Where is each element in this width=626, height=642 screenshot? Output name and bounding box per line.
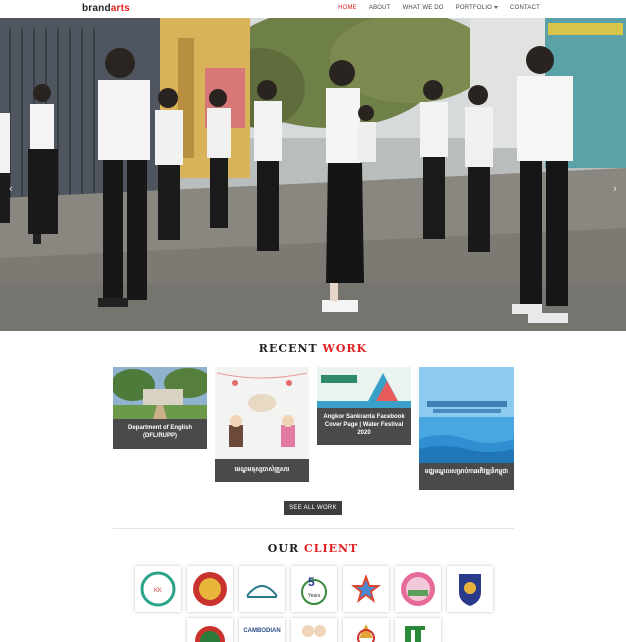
nav-portfolio-label: PORTFOLIO (455, 5, 493, 11)
client-logo[interactable] (395, 566, 441, 612)
client-logo[interactable]: KK (135, 566, 181, 612)
client-logo[interactable] (447, 566, 493, 612)
client-logo[interactable]: CAMBODIAN (239, 618, 285, 642)
work-card-caption: មេណ្ឌមនុស្សចាស់គ្រួសារ (234, 467, 290, 473)
svg-text:KK: KK (154, 588, 162, 594)
work-card-thumbnail (317, 367, 411, 408)
our-client-title: OUR CLIENT (0, 542, 626, 555)
recent-work-title-part2: WORK (322, 342, 368, 355)
nav-portfolio[interactable]: PORTFOLIO (455, 5, 499, 11)
our-client-title-part2: CLIENT (303, 542, 359, 555)
nav-about[interactable]: ABOUT (369, 5, 391, 11)
brand-logo[interactable]: brandarts (82, 3, 130, 14)
work-card[interactable]: Angkor Sankranta Facebook Cover Page | W… (317, 367, 411, 445)
work-card-thumbnail (419, 367, 514, 463)
hero-image (0, 18, 626, 331)
navbar: brandarts HOME ABOUT WHAT WE DO PORTFOLI… (0, 0, 626, 18)
our-client-title-part1: OUR (267, 542, 300, 555)
chevron-right-icon[interactable]: › (610, 182, 620, 196)
nav-contact[interactable]: CONTACT (510, 5, 540, 11)
five-years-label: Years (308, 593, 321, 599)
chevron-down-icon (494, 5, 499, 9)
section-divider (113, 528, 514, 529)
hero-slider: ‹ › (0, 18, 626, 331)
work-card-caption: មជ្ឈមណ្ឌលសម្រាប់ការអភិវឌ្ឍន៍កម្ពុជា (424, 469, 509, 475)
work-card[interactable]: មេណ្ឌមនុស្សចាស់គ្រួសារ (215, 367, 309, 482)
work-card-thumbnail (215, 367, 309, 459)
client-logo[interactable] (239, 566, 285, 612)
client-logo[interactable] (187, 566, 233, 612)
main-nav: HOME ABOUT WHAT WE DO PORTFOLIO CONTACT (338, 5, 540, 11)
client-logo[interactable] (291, 618, 337, 642)
recent-work-title-part1: RECENT (258, 342, 318, 355)
recent-work-title: RECENT WORK (0, 342, 626, 355)
work-card-caption: Department of English (DFL/RUPP) (127, 425, 192, 439)
client-logo[interactable] (395, 618, 441, 642)
chevron-left-icon[interactable]: ‹ (6, 182, 16, 196)
see-all-work-button[interactable]: SEE ALL WORK (284, 501, 342, 515)
client-logo[interactable] (343, 566, 389, 612)
nav-what-we-do[interactable]: WHAT WE DO (403, 5, 444, 11)
nav-home[interactable]: HOME (338, 5, 357, 11)
brand-logo-part1: brand (82, 3, 111, 14)
work-card-thumbnail (113, 367, 207, 419)
work-card[interactable]: Department of English (DFL/RUPP) (113, 367, 207, 449)
cambodian-logo-text: CAMBODIAN (243, 628, 280, 634)
five-years-number: 5 (308, 575, 315, 589)
brand-logo-part2: arts (110, 3, 130, 14)
client-logo[interactable]: 5 Years (291, 566, 337, 612)
client-logo[interactable] (187, 618, 233, 642)
work-card-caption: Angkor Sankranta Facebook Cover Page | W… (323, 414, 405, 436)
work-card[interactable]: មជ្ឈមណ្ឌលសម្រាប់ការអភិវឌ្ឍន៍កម្ពុជា (419, 367, 514, 490)
client-logo[interactable] (343, 618, 389, 642)
